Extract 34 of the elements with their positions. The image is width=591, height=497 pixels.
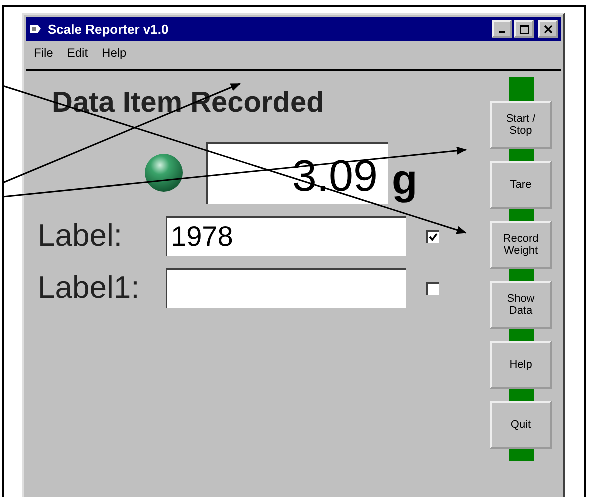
status-bar-indicator <box>508 209 534 221</box>
app-icon <box>29 22 43 36</box>
status-bar-indicator <box>508 449 534 461</box>
field-label: Label: <box>38 218 124 254</box>
maximize-icon <box>520 24 528 34</box>
status-bar-indicator <box>508 149 534 161</box>
label-input-field[interactable]: 1978 <box>166 216 406 256</box>
indicator-light-icon <box>144 153 184 193</box>
menu-item[interactable]: Help <box>102 46 127 60</box>
action-button[interactable]: Start / Stop <box>490 101 552 149</box>
action-button[interactable]: Help <box>490 341 552 389</box>
close-icon <box>544 24 552 34</box>
field-label: Label1: <box>38 270 141 306</box>
maximize-button[interactable] <box>514 20 534 38</box>
label-input-field[interactable] <box>166 268 406 308</box>
action-button[interactable]: Tare <box>490 161 552 209</box>
minimize-button[interactable] <box>492 20 512 38</box>
weight-display: 3.09 <box>206 142 388 204</box>
checkbox[interactable] <box>426 282 439 294</box>
menu-item[interactable]: File <box>34 46 54 60</box>
window-title: Scale Reporter v1.0 <box>48 22 170 36</box>
check-icon <box>429 232 438 242</box>
status-heading: Data Item Recorded <box>52 87 326 120</box>
checkbox[interactable] <box>426 230 439 242</box>
action-button[interactable]: Quit <box>490 401 552 449</box>
status-bar-indicator <box>508 269 534 281</box>
status-bar-indicator <box>508 389 534 401</box>
status-bar-indicator <box>508 329 534 341</box>
status-bar-indicator <box>508 77 534 101</box>
close-button[interactable] <box>538 20 558 38</box>
unit-label: g <box>392 156 418 204</box>
action-button[interactable]: Record Weight <box>490 221 552 269</box>
menu-item[interactable]: Edit <box>67 46 88 60</box>
action-button[interactable]: Show Data <box>490 281 552 329</box>
